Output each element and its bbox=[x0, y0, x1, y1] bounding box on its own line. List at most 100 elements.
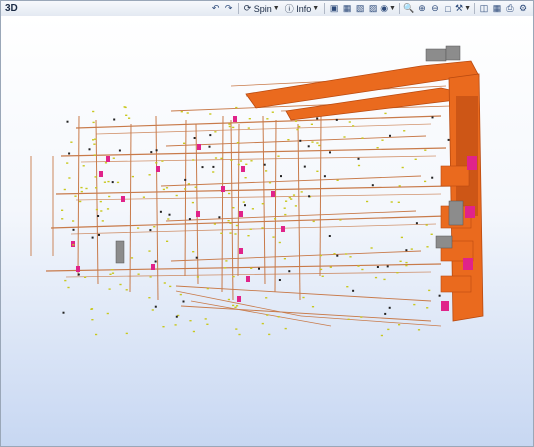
info-button[interactable]: ⓘ Info ▼ bbox=[283, 3, 321, 15]
fixture-marker bbox=[241, 166, 245, 172]
pipe-run bbox=[80, 155, 437, 163]
pipe-fitting bbox=[357, 157, 360, 160]
sprinkler-head bbox=[349, 256, 352, 258]
sprinkler-head bbox=[85, 187, 88, 190]
sprinkler-head bbox=[272, 236, 275, 238]
pipe-riser bbox=[237, 123, 240, 277]
pipe-fitting bbox=[154, 305, 157, 308]
pipe-run bbox=[160, 175, 422, 187]
pipe-run bbox=[165, 135, 427, 147]
view-cube-icon[interactable]: ▣ bbox=[328, 3, 340, 15]
sprinkler-head bbox=[149, 276, 152, 278]
sprinkler-head bbox=[130, 257, 134, 259]
sprinkler-head bbox=[425, 224, 428, 226]
sprinkler-head bbox=[167, 218, 170, 220]
sprinkler-head bbox=[352, 125, 355, 127]
fixture-marker bbox=[151, 264, 155, 270]
section-box-icon[interactable]: ◫ bbox=[478, 3, 490, 15]
sprinkler-head bbox=[94, 138, 97, 140]
sprinkler-head bbox=[232, 126, 235, 129]
top-view-icon[interactable]: ▨ bbox=[367, 3, 379, 15]
sprinkler-head bbox=[227, 220, 230, 222]
layout-icon[interactable]: ▦ bbox=[491, 3, 503, 15]
fixture-marker bbox=[281, 226, 285, 232]
sprinkler-head bbox=[109, 273, 112, 275]
zoom-icon[interactable]: 🔍 bbox=[403, 3, 415, 15]
pipe-fitting bbox=[155, 149, 158, 152]
duct-connection bbox=[440, 275, 472, 293]
print-icon[interactable]: ⎙ bbox=[504, 3, 516, 15]
fixture-marker bbox=[197, 144, 201, 150]
chevron-down-icon: ▼ bbox=[312, 5, 320, 12]
fixture-marker bbox=[465, 206, 475, 218]
sprinkler-head bbox=[310, 123, 313, 125]
fixture-marker bbox=[467, 156, 477, 170]
sprinkler-head bbox=[283, 207, 286, 209]
sprinkler-head bbox=[180, 111, 183, 113]
pipe-fitting bbox=[193, 137, 196, 139]
sprinkler-head bbox=[220, 232, 223, 234]
sprinkler-head bbox=[311, 141, 314, 143]
sprinkler-head bbox=[68, 177, 71, 179]
sprinkler-head bbox=[232, 304, 235, 307]
sprinkler-head bbox=[92, 121, 95, 124]
sprinkler-head bbox=[67, 286, 70, 289]
sprinkler-head bbox=[209, 113, 212, 115]
sprinkler-head bbox=[405, 261, 408, 264]
arrow-back-icon[interactable]: ↶ bbox=[210, 3, 222, 15]
pipe-fitting bbox=[280, 175, 282, 178]
side-view-icon[interactable]: ▧ bbox=[354, 3, 366, 15]
sprinkler-head bbox=[312, 220, 315, 223]
zoom-fit-icon[interactable]: □ bbox=[442, 3, 454, 15]
sprinkler-head bbox=[277, 155, 280, 157]
pipe-fitting bbox=[415, 222, 418, 225]
sprinkler-head bbox=[361, 268, 364, 271]
sprinkler-head bbox=[294, 205, 297, 207]
zoom-in-icon[interactable]: ⊕ bbox=[416, 3, 428, 15]
sprinkler-head bbox=[137, 227, 140, 229]
settings-icon[interactable]: ⚙ bbox=[517, 3, 529, 15]
pipe-fitting bbox=[308, 195, 311, 198]
sprinkler-head bbox=[285, 200, 288, 202]
spin-button[interactable]: ⟳ Spin ▼ bbox=[242, 3, 282, 15]
sprinkler-head bbox=[101, 220, 104, 222]
sprinkler-head bbox=[250, 160, 253, 162]
3d-viewport[interactable] bbox=[1, 16, 533, 446]
sprinkler-head bbox=[104, 162, 108, 164]
fixture-marker bbox=[196, 211, 200, 217]
zoom-out-icon[interactable]: ⊖ bbox=[429, 3, 441, 15]
render-mode-icon[interactable]: ◉ ▼ bbox=[380, 3, 396, 15]
sprinkler-head bbox=[234, 306, 237, 308]
pipe-fitting bbox=[307, 145, 310, 148]
window-title: 3D bbox=[5, 3, 18, 14]
pipe-fitting bbox=[384, 312, 387, 315]
sprinkler-head bbox=[148, 250, 151, 252]
sprinkler-head bbox=[428, 289, 431, 292]
pipe-fitting bbox=[405, 249, 408, 252]
pipe-fitting bbox=[263, 163, 266, 166]
toolbar-separator bbox=[237, 3, 239, 14]
sprinkler-head bbox=[284, 213, 287, 216]
sprinkler-head bbox=[204, 318, 207, 320]
sprinkler-head bbox=[166, 240, 169, 242]
sprinkler-head bbox=[192, 251, 195, 253]
front-view-icon[interactable]: ▦ bbox=[341, 3, 353, 15]
arrow-forward-icon[interactable]: ↷ bbox=[223, 3, 235, 15]
sprinkler-head bbox=[244, 177, 247, 179]
pipe-fitting bbox=[447, 138, 450, 141]
sprinkler-head bbox=[214, 157, 218, 159]
tools-icon[interactable]: ⚒ ▼ bbox=[455, 3, 471, 15]
sprinkler-head bbox=[298, 125, 301, 128]
pipe-fitting bbox=[195, 256, 198, 259]
sprinkler-head bbox=[413, 303, 416, 306]
sprinkler-head bbox=[107, 180, 110, 183]
sprinkler-head bbox=[95, 187, 98, 189]
pipe-run bbox=[165, 210, 417, 222]
fixture-marker bbox=[221, 186, 225, 192]
toolbar-separator bbox=[398, 3, 400, 14]
sprinkler-head bbox=[99, 200, 102, 203]
sprinkler-head bbox=[274, 218, 277, 220]
sprinkler-head bbox=[106, 312, 109, 315]
sprinkler-head bbox=[213, 223, 216, 225]
sprinkler-head bbox=[80, 190, 83, 193]
